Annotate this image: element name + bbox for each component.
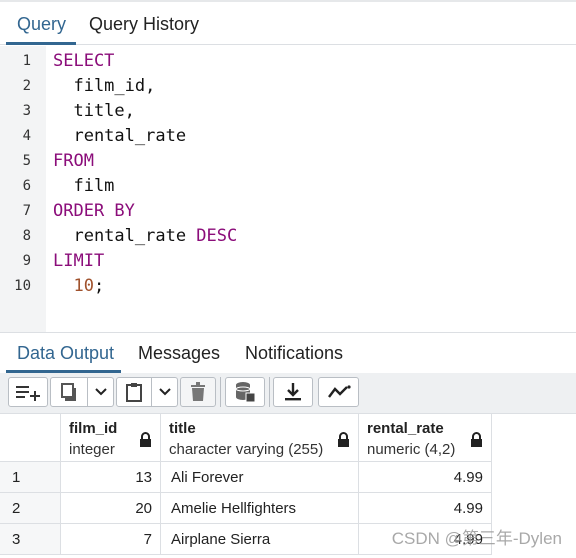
download-icon (284, 382, 302, 402)
cell-rental-rate[interactable]: 4.99 (359, 462, 492, 493)
column-name: title (169, 420, 196, 437)
active-tab-indicator (6, 42, 76, 45)
code-text[interactable]: title, (53, 99, 135, 124)
column-name: film_id (69, 420, 118, 437)
sql-token: film_id, (53, 76, 156, 96)
sql-token: title, (53, 101, 135, 121)
lock-icon (337, 432, 350, 453)
tab-notifications[interactable]: Notifications (245, 333, 343, 373)
column-name: rental_rate (367, 420, 444, 437)
cell-title[interactable]: Ali Forever (161, 462, 359, 493)
table-row[interactable]: 2 20 Amelie Hellfighters 4.99 (0, 493, 492, 524)
sql-keyword: FROM (53, 151, 94, 171)
tab-query-history[interactable]: Query History (89, 2, 199, 44)
code-text[interactable]: SELECT (53, 49, 114, 74)
line-number: 6 (22, 178, 31, 194)
chevron-down-icon (94, 388, 107, 396)
column-header-title[interactable]: title character varying (255) (161, 414, 359, 462)
cell-title[interactable]: Airplane Sierra (161, 524, 359, 555)
line-number: 2 (22, 78, 31, 94)
column-type: numeric (4,2) (367, 441, 456, 458)
sql-token: film (53, 176, 115, 196)
line-number: 8 (22, 228, 31, 244)
line-number: 4 (22, 128, 31, 144)
code-text[interactable]: film (53, 174, 114, 199)
sql-token: rental_rate (53, 126, 187, 146)
paste-options-button[interactable] (152, 377, 178, 407)
sql-number: 10 (73, 276, 94, 296)
lock-icon (470, 432, 483, 453)
graph-visualiser-button[interactable] (318, 377, 359, 407)
code-text[interactable]: rental_rate DESC (53, 224, 237, 249)
chevron-down-icon (158, 388, 171, 396)
sql-keyword: DESC (196, 226, 238, 246)
toolbar-separator (269, 377, 270, 407)
copy-options-button[interactable] (88, 377, 114, 407)
sql-editor[interactable]: 1 SELECT 2 film_id, 3 title, 4 rental_rate 5 F… (0, 46, 576, 332)
row-number: 3 (0, 524, 61, 555)
tab-data-output[interactable]: Data Output (17, 333, 114, 373)
line-number: 7 (22, 203, 31, 219)
lock-icon (139, 432, 152, 453)
sql-keyword: LIMIT (53, 251, 105, 271)
code-text[interactable]: ORDER BY (53, 199, 135, 224)
cell-film-id[interactable]: 20 (61, 493, 161, 524)
graph-icon (327, 384, 351, 400)
paste-icon (124, 381, 144, 403)
tab-messages[interactable]: Messages (138, 333, 220, 373)
cell-rental-rate[interactable]: 4.99 (359, 493, 492, 524)
copy-button[interactable] (50, 377, 88, 407)
delete-row-button[interactable] (180, 377, 216, 407)
line-number: 3 (22, 103, 31, 119)
column-type: integer (69, 441, 115, 458)
cell-film-id[interactable]: 13 (61, 462, 161, 493)
tab-query[interactable]: Query (17, 2, 66, 44)
cell-title[interactable]: Amelie Hellfighters (161, 493, 359, 524)
sql-token: ; (93, 276, 105, 296)
sql-keyword: SELECT (53, 51, 115, 71)
output-tabs: Data Output Messages Notifications (0, 333, 576, 374)
sql-keyword: ORDER BY (53, 201, 135, 221)
download-button[interactable] (273, 377, 313, 407)
watermark: CSDN @第三年-Dylen (391, 529, 562, 548)
save-data-button[interactable] (225, 377, 265, 407)
line-number: 1 (22, 53, 31, 69)
row-number: 1 (0, 462, 61, 493)
add-row-button[interactable] (8, 377, 48, 407)
paste-button[interactable] (116, 377, 152, 407)
row-number-header (0, 414, 61, 462)
table-row[interactable]: 1 13 Ali Forever 4.99 (0, 462, 492, 493)
copy-icon (59, 382, 79, 402)
toolbar-separator (220, 377, 221, 407)
add-row-icon (15, 383, 41, 401)
code-text[interactable]: rental_rate (53, 124, 186, 149)
cell-film-id[interactable]: 7 (61, 524, 161, 555)
sql-token: rental_rate (53, 226, 197, 246)
data-toolbar (0, 373, 576, 414)
column-type: character varying (255) (169, 441, 324, 458)
line-number: 5 (22, 153, 31, 169)
line-number: 9 (22, 253, 31, 269)
column-header-film-id[interactable]: film_id integer (61, 414, 161, 462)
code-text[interactable]: LIMIT (53, 249, 104, 274)
delete-icon (190, 382, 206, 402)
code-text[interactable]: film_id, (53, 74, 155, 99)
column-header-rental-rate[interactable]: rental_rate numeric (4,2) (359, 414, 492, 462)
code-text[interactable]: 10; (53, 274, 104, 299)
line-number: 10 (14, 278, 31, 294)
code-text[interactable]: FROM (53, 149, 94, 174)
row-number: 2 (0, 493, 61, 524)
save-data-icon (234, 381, 256, 403)
query-tabs: Query Query History (0, 2, 576, 45)
